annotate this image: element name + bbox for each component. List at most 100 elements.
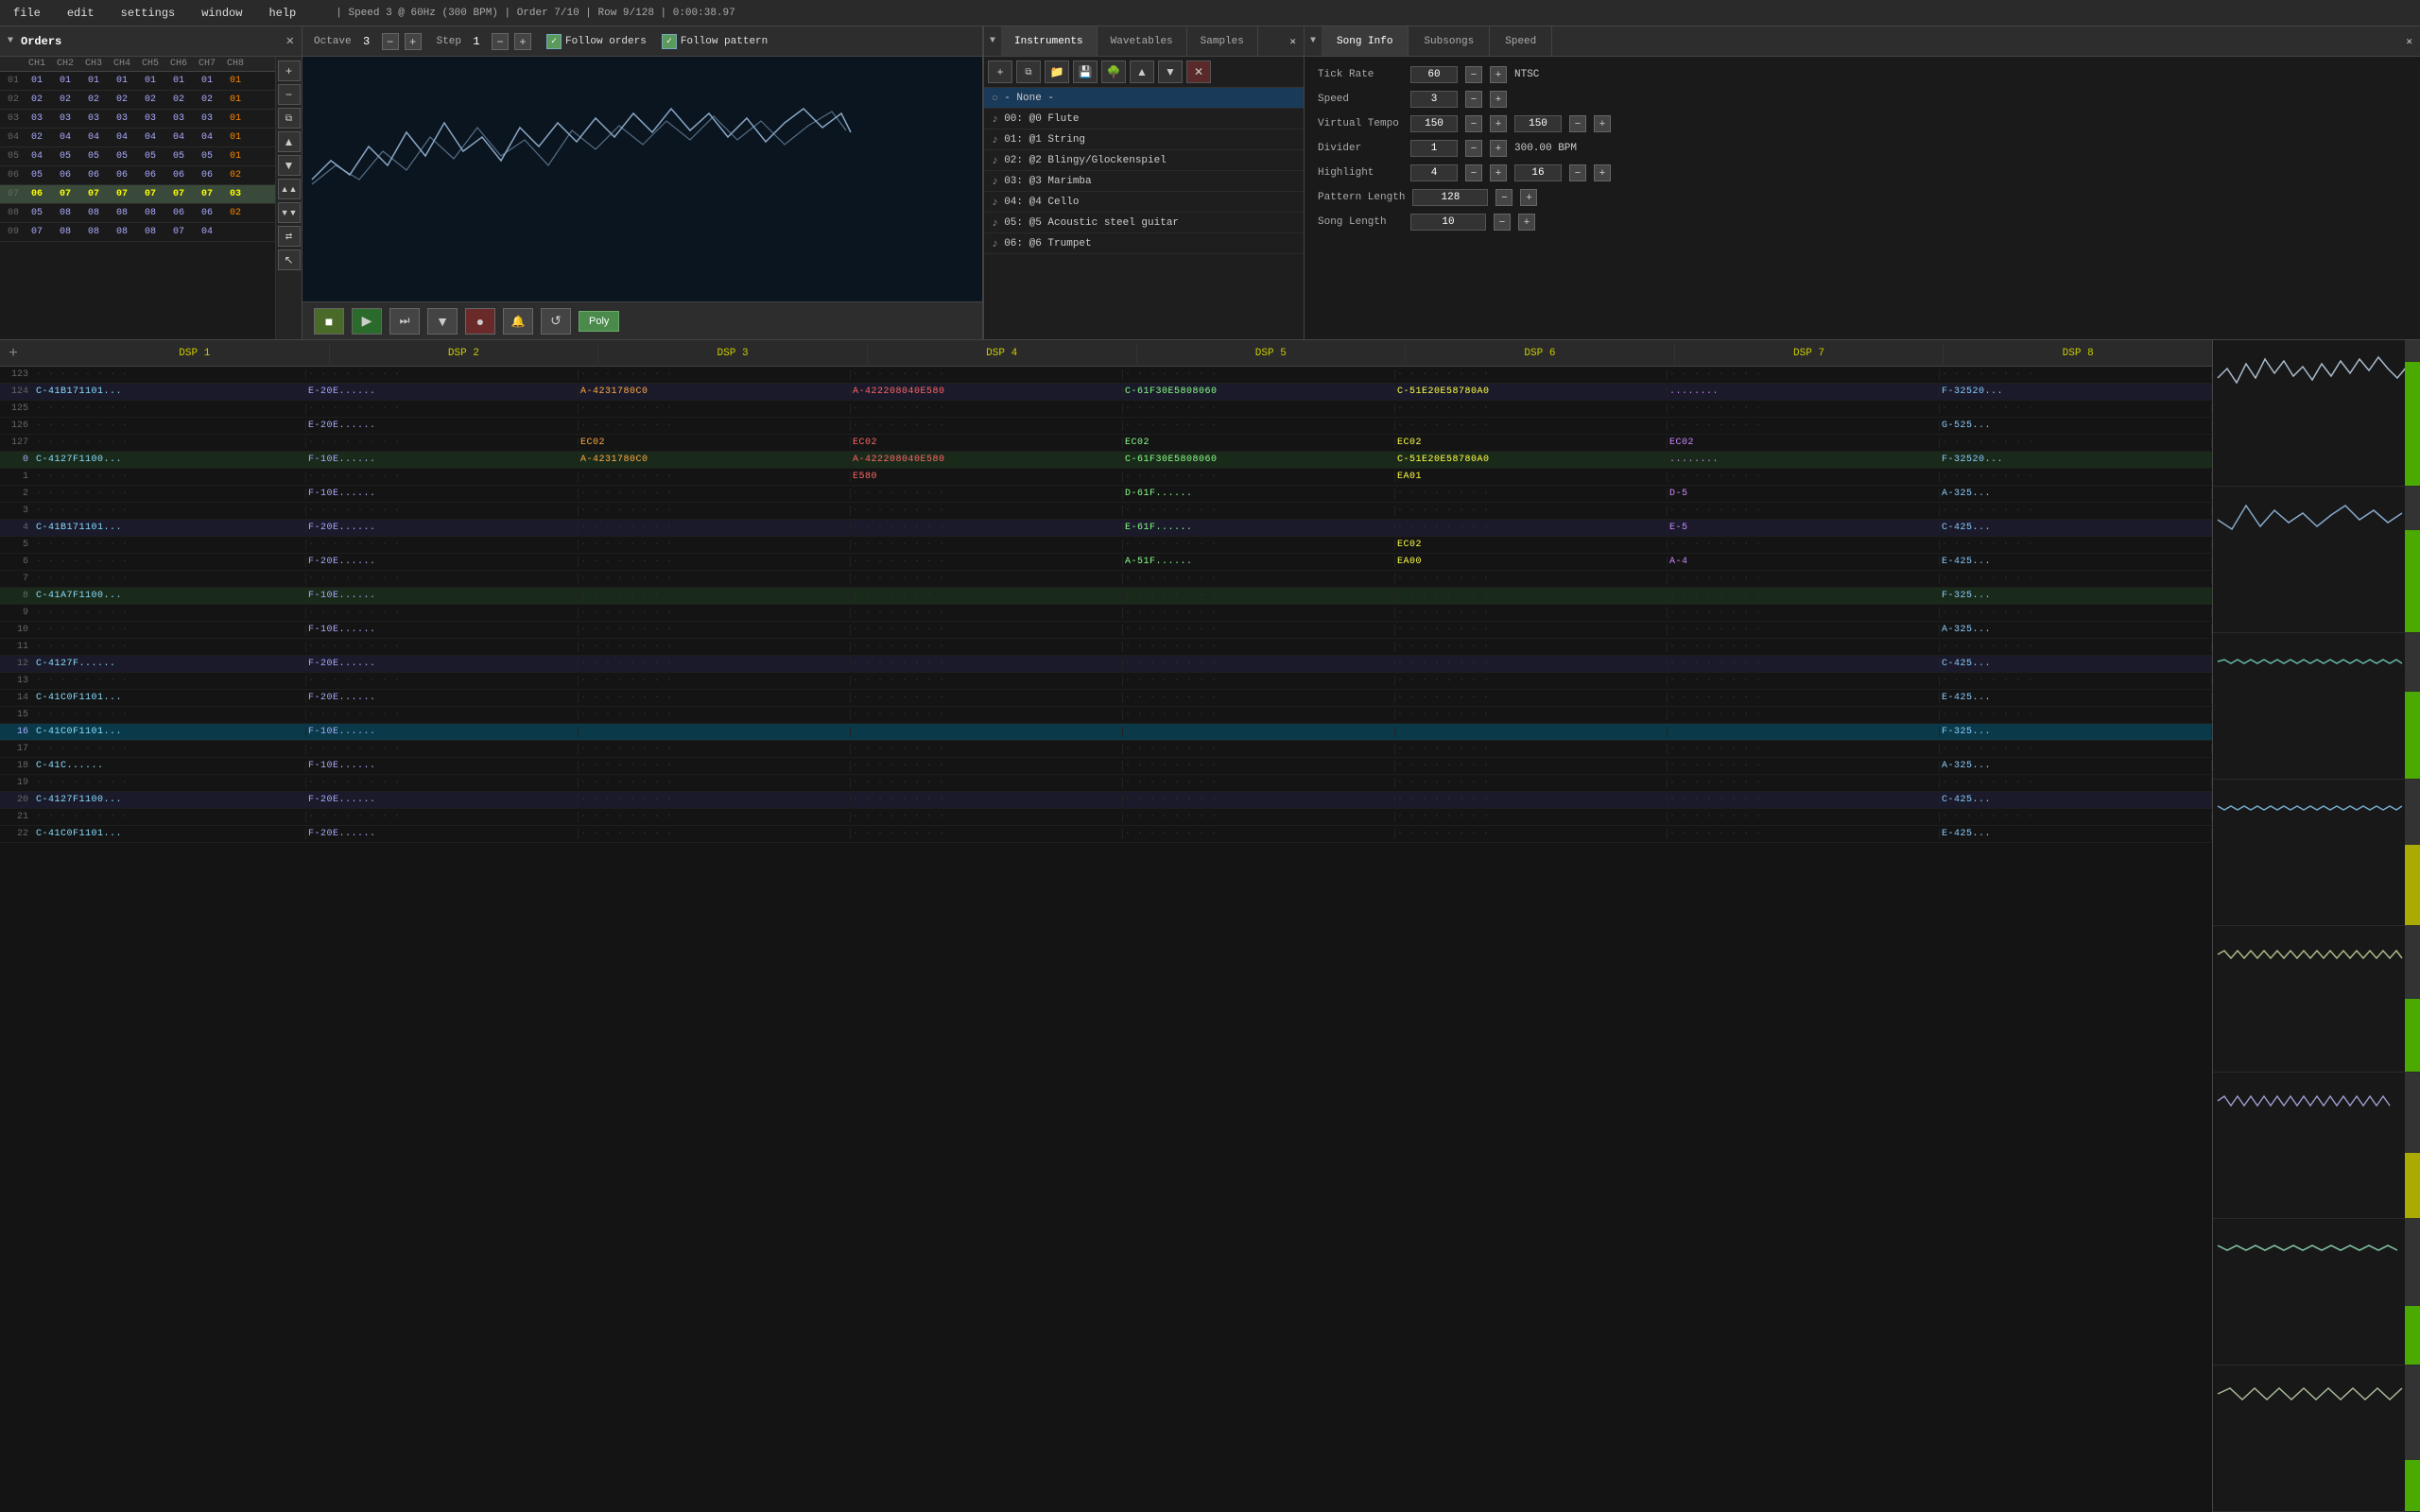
tracker-cell[interactable]: · · · · · · · · [306,369,579,380]
tracker-cell[interactable]: C-41C0F1101... [34,727,306,737]
tracker-cell[interactable]: · · · · · · · · [1940,608,2212,618]
orders-cell[interactable]: 06 [193,208,221,218]
tracker-cell[interactable]: · · · · · · · · [1940,676,2212,686]
tab-instruments[interactable]: Instruments [1001,26,1098,56]
orders-scroll-down-btn[interactable]: ▼▼ [278,202,301,223]
tracker-cell[interactable]: · · · · · · · · [579,795,851,805]
dsp-col-4[interactable]: DSP 4 [868,344,1137,363]
tracker-cell[interactable]: · · · · · · · · [1123,761,1395,771]
tracker-cell[interactable]: C-41C...... [34,761,306,771]
orders-cell[interactable]: 02 [23,132,51,143]
tracker-cell[interactable]: · · · · · · · · [851,812,1123,822]
speed-inc-btn[interactable]: + [1490,91,1507,108]
tracker-cell[interactable]: · · · · · · · · [579,369,851,380]
orders-cell[interactable]: 01 [51,76,79,86]
vtempo-inc-btn[interactable]: + [1490,115,1507,132]
vtempo2-inc-btn[interactable]: + [1594,115,1611,132]
tracker-cell[interactable]: · · · · · · · · [1668,591,1940,601]
instrument-item[interactable]: ♪04: @4 Cello [984,192,1304,213]
tracker-cell[interactable]: · · · · · · · · [1123,710,1395,720]
tracker-cell[interactable]: C-41C0F1101... [34,693,306,703]
menu-settings[interactable]: settings [115,5,182,22]
tracker-cell[interactable]: EC02 [851,438,1123,448]
tracker-cell[interactable]: · · · · · · · · [306,438,579,448]
inst-save-btn[interactable]: 💾 [1073,60,1098,83]
tracker-cell[interactable]: F-325... [1940,727,2212,737]
tracker-cell[interactable]: C-4127F...... [34,659,306,669]
table-row[interactable]: 11· · · · · · · ·· · · · · · · ·· · · · … [0,639,2212,656]
orders-row[interactable]: 040204040404040401 [0,129,275,147]
tracker-cell[interactable]: · · · · · · · · [306,676,579,686]
tracker-cell[interactable]: · · · · · · · · [1668,744,1940,754]
tracker-cell[interactable]: F-10E...... [306,591,579,601]
orders-cell[interactable]: 03 [108,113,136,124]
tracker-cell[interactable]: · · · · · · · · [851,557,1123,567]
tracker-cell[interactable]: · · · · · · · · [1395,369,1668,380]
tracker-cell[interactable]: · · · · · · · · [579,540,851,550]
tracker-cell[interactable]: F-20E...... [306,523,579,533]
tab-samples[interactable]: Samples [1187,26,1258,56]
tracker-cell[interactable]: E-20E...... [306,421,579,431]
tracker-cell[interactable]: · · · · · · · · [1123,506,1395,516]
tracker-cell[interactable]: · · · · · · · · [306,608,579,618]
inst-copy-btn[interactable]: ⧉ [1016,60,1041,83]
tracker-cell[interactable]: · · · · · · · · [1668,829,1940,839]
tracker-cell[interactable]: A-325... [1940,761,2212,771]
table-row[interactable]: 6· · · · · · · ·F-20E......· · · · · · ·… [0,554,2212,571]
tracker-cell[interactable]: D-5 [1668,489,1940,499]
orders-cell[interactable]: 01 [221,151,250,162]
bell-btn[interactable]: 🔔 [503,308,533,335]
highlight2-inc-btn[interactable]: + [1594,164,1611,181]
tracker-cell[interactable]: · · · · · · · · [1395,676,1668,686]
tracker-cell[interactable]: · · · · · · · · [579,625,851,635]
tracker-cell[interactable]: · · · · · · · · [306,574,579,584]
tracker-cell[interactable]: · · · · · · · · [1668,472,1940,482]
repeat-btn[interactable]: ↺ [541,308,571,335]
orders-cell[interactable]: 07 [136,189,164,199]
tracker-cell[interactable]: · · · · · · · · [851,693,1123,703]
tracker-cell[interactable]: · · · · · · · · [1123,812,1395,822]
orders-cell[interactable]: 07 [23,227,51,237]
tracker-cell[interactable]: · · · · · · · · [1395,591,1668,601]
tracker-cell[interactable]: · · · · · · · · [579,744,851,754]
orders-cell[interactable]: 08 [108,208,136,218]
step-dec-btn[interactable]: − [492,33,509,50]
tracker-cell[interactable]: · · · · · · · · [1395,608,1668,618]
tracker-cell[interactable]: F-10E...... [306,761,579,771]
inst-close-btn[interactable]: ✕ [1282,26,1304,56]
orders-cell[interactable]: 08 [79,227,108,237]
table-row[interactable]: 1· · · · · · · ·· · · · · · · ·· · · · ·… [0,469,2212,486]
tracker-cell[interactable]: · · · · · · · · [1123,744,1395,754]
tracker-cell[interactable]: C-41C0F1101... [34,829,306,839]
tracker-cell[interactable]: · · · · · · · · [1668,608,1940,618]
orders-cell[interactable]: 04 [193,132,221,143]
song-collapse-icon[interactable]: ▼ [1305,26,1322,56]
vtempo2-dec-btn[interactable]: − [1569,115,1586,132]
tracker-cell[interactable]: · · · · · · · · [1395,404,1668,414]
tracker-cell[interactable]: F-10E...... [306,455,579,465]
tracker-cell[interactable]: · · · · · · · · [1123,778,1395,788]
instrument-item[interactable]: ♪02: @2 Blingy/Glockenspiel [984,150,1304,171]
orders-cell[interactable]: 08 [136,227,164,237]
inst-down-btn[interactable]: ▼ [1158,60,1183,83]
tracker-cell[interactable]: C-61F30E5808060 [1123,455,1395,465]
orders-cell[interactable]: 07 [193,189,221,199]
inst-folder-btn[interactable]: 📁 [1045,60,1069,83]
dsp-col-6[interactable]: DSP 6 [1406,344,1675,363]
table-row[interactable]: 20C-4127F1100...F-20E......· · · · · · ·… [0,792,2212,809]
tracker-cell[interactable]: · · · · · · · · [579,489,851,499]
tracker-cell[interactable]: · · · · · · · · [579,523,851,533]
orders-cell[interactable]: 01 [23,76,51,86]
tracker-cell[interactable]: · · · · · · · · [1123,421,1395,431]
orders-cell[interactable]: 06 [51,170,79,180]
dsp-add-btn[interactable]: + [0,345,26,362]
tracker-cell[interactable]: G-525... [1940,421,2212,431]
orders-close-btn[interactable]: ✕ [286,33,294,49]
tracker-cell[interactable]: · · · · · · · · [34,778,306,788]
inst-add-btn[interactable]: + [988,60,1012,83]
dsp-col-2[interactable]: DSP 2 [330,344,599,363]
tracker-cell[interactable]: · · · · · · · · [851,540,1123,550]
orders-cell[interactable]: 07 [79,189,108,199]
menu-file[interactable]: file [8,5,46,22]
tracker-cell[interactable]: · · · · · · · · [1123,404,1395,414]
